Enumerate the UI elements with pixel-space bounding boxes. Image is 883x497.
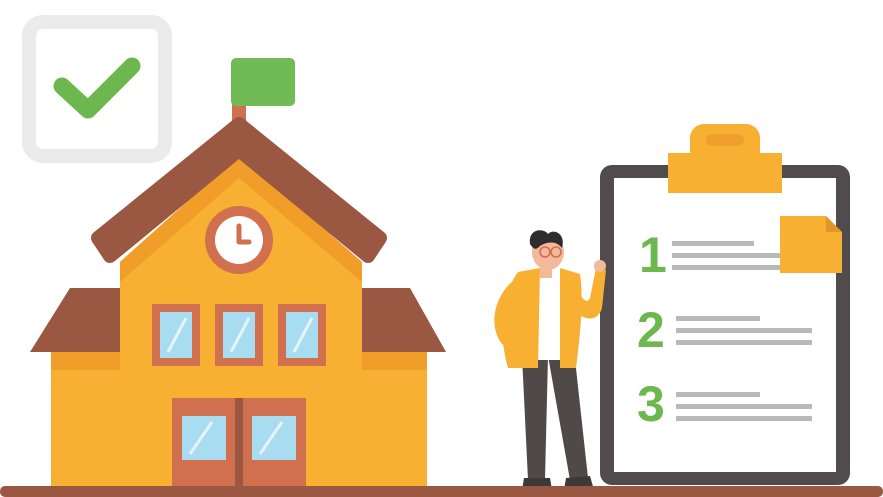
clipboard: 1 2 3: [600, 124, 850, 485]
ground-line: [0, 486, 883, 497]
flag-icon: [231, 58, 295, 106]
window: [215, 304, 263, 366]
check-icon: [53, 57, 141, 119]
person: [494, 230, 606, 490]
school-checklist-illustration: 1 2 3: [0, 15, 883, 497]
sticky-note: [780, 216, 842, 273]
school-building: [30, 58, 446, 488]
left-wing: [30, 288, 123, 486]
window: [152, 304, 200, 366]
clipboard-clip: [668, 124, 782, 193]
checked-box: [22, 15, 172, 163]
checklist-number: 3: [637, 376, 665, 432]
checklist-number: 2: [637, 302, 665, 358]
window: [278, 304, 326, 366]
front-door: [172, 398, 306, 488]
right-wing: [355, 288, 446, 486]
checklist-number: 1: [639, 227, 667, 283]
clock-icon: [205, 206, 273, 274]
